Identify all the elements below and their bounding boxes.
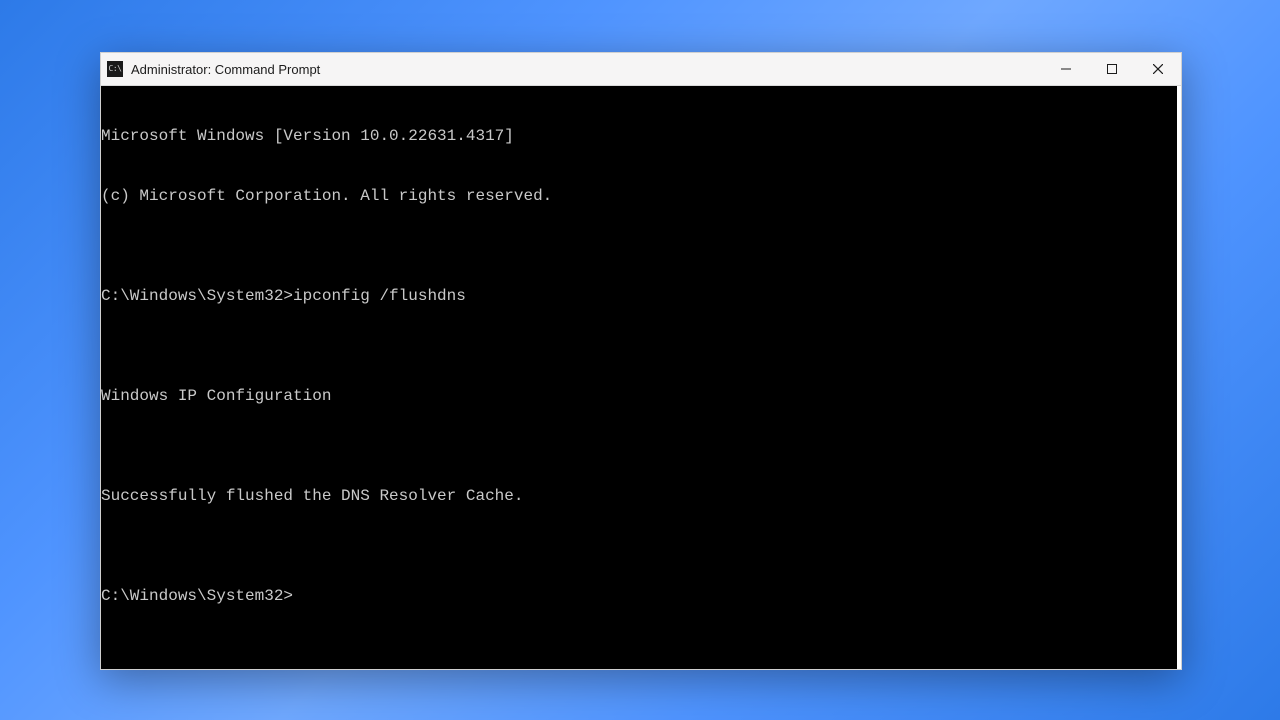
window-title: Administrator: Command Prompt: [131, 62, 320, 77]
close-button[interactable]: [1135, 53, 1181, 85]
close-icon: [1153, 64, 1163, 74]
minimize-button[interactable]: [1043, 53, 1089, 85]
command-prompt-icon-label: C:\: [109, 65, 122, 73]
terminal-output[interactable]: Microsoft Windows [Version 10.0.22631.43…: [101, 86, 1181, 669]
command-prompt-window: C:\ Administrator: Command Prompt: [100, 52, 1182, 670]
terminal-line: C:\Windows\System32>: [101, 586, 1177, 606]
terminal-line: C:\Windows\System32>ipconfig /flushdns: [101, 286, 1177, 306]
maximize-button[interactable]: [1089, 53, 1135, 85]
terminal-line: Microsoft Windows [Version 10.0.22631.43…: [101, 126, 1177, 146]
maximize-icon: [1107, 64, 1117, 74]
desktop-background: C:\ Administrator: Command Prompt: [0, 0, 1280, 720]
terminal-line: Windows IP Configuration: [101, 386, 1177, 406]
window-titlebar[interactable]: C:\ Administrator: Command Prompt: [101, 53, 1181, 86]
minimize-icon: [1061, 64, 1071, 74]
terminal-line: (c) Microsoft Corporation. All rights re…: [101, 186, 1177, 206]
terminal-line: Successfully flushed the DNS Resolver Ca…: [101, 486, 1177, 506]
window-controls: [1043, 53, 1181, 85]
command-prompt-icon: C:\: [107, 61, 123, 77]
